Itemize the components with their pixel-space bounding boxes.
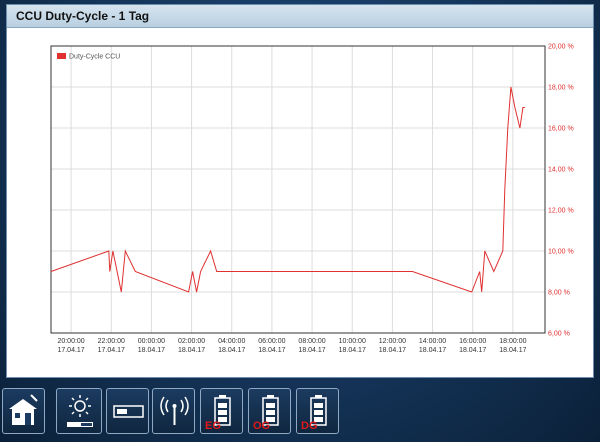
y-tick-label: 14,00 % — [548, 167, 574, 174]
x-tick-date-label: 18.04.17 — [298, 347, 325, 354]
x-tick-date-label: 17.04.17 — [57, 347, 84, 354]
x-tick-date-label: 18.04.17 — [419, 347, 446, 354]
battery-eg-button[interactable]: EG — [200, 388, 243, 434]
x-tick-date-label: 18.04.17 — [258, 347, 285, 354]
window-title: CCU Duty-Cycle - 1 Tag — [7, 5, 593, 28]
x-tick-label: 18:00:00 — [499, 338, 526, 345]
device-button[interactable] — [106, 388, 149, 434]
x-tick-date-label: 18.04.17 — [459, 347, 486, 354]
toolbar: EG OG DG — [0, 386, 600, 442]
x-tick-label: 08:00:00 — [298, 338, 325, 345]
y-tick-label: 18,00 % — [548, 85, 574, 92]
x-tick-label: 00:00:00 — [138, 338, 165, 345]
y-tick-label: 20,00 % — [548, 44, 574, 51]
legend-label: Duty-Cycle CCU — [69, 54, 120, 61]
x-tick-date-label: 18.04.17 — [499, 347, 526, 354]
antenna-icon — [160, 396, 189, 425]
battery-label-og: OG — [253, 420, 271, 432]
legend-swatch — [57, 53, 66, 59]
x-tick-label: 20:00:00 — [57, 338, 84, 345]
chart: 6,00 % 8,00 % 10,00 % 12,00 % 14,00 % 16,00 %… — [13, 32, 585, 372]
house-button[interactable] — [2, 388, 45, 434]
x-tick-label: 02:00:00 — [178, 338, 205, 345]
signal-button[interactable] — [152, 388, 195, 434]
x-tick-label: 22:00:00 — [98, 338, 125, 345]
x-tick-label: 12:00:00 — [379, 338, 406, 345]
x-tick-date-label: 18.04.17 — [218, 347, 245, 354]
x-tick-date-label: 18.04.17 — [178, 347, 205, 354]
x-tick-label: 10:00:00 — [339, 338, 366, 345]
battery-dg-button[interactable]: DG — [296, 388, 339, 434]
series-line — [50, 86, 525, 293]
battery-og-button[interactable]: OG — [248, 388, 291, 434]
x-tick-date-label: 17.04.17 — [98, 347, 125, 354]
y-tick-label: 16,00 % — [548, 126, 574, 133]
x-tick-date-label: 18.04.17 — [379, 347, 406, 354]
sun-icon — [67, 395, 93, 427]
x-tick-label: 16:00:00 — [459, 338, 486, 345]
chart-window: CCU Duty-Cycle - 1 Tag 6,00 % 8,00 % 10,00… — [6, 4, 594, 378]
y-tick-label: 10,00 % — [548, 249, 574, 256]
x-tick-date-label: 18.04.17 — [339, 347, 366, 354]
x-tick-label: 14:00:00 — [419, 338, 446, 345]
device-icon — [113, 405, 144, 418]
x-tick-label: 06:00:00 — [258, 338, 285, 345]
chart-svg: 6,00 % 8,00 % 10,00 % 12,00 % 14,00 % 16,00 %… — [50, 44, 574, 354]
battery-label-eg: EG — [205, 420, 221, 432]
house-icon — [9, 394, 38, 425]
x-tick-date-label: 18.04.17 — [138, 347, 165, 354]
x-tick-label: 04:00:00 — [218, 338, 245, 345]
y-tick-label: 12,00 % — [548, 208, 574, 215]
plot-frame — [50, 45, 546, 334]
y-tick-label: 6,00 % — [548, 331, 570, 338]
weather-button[interactable] — [56, 388, 102, 434]
y-tick-label: 8,00 % — [548, 290, 570, 297]
battery-label-dg: DG — [301, 420, 318, 432]
